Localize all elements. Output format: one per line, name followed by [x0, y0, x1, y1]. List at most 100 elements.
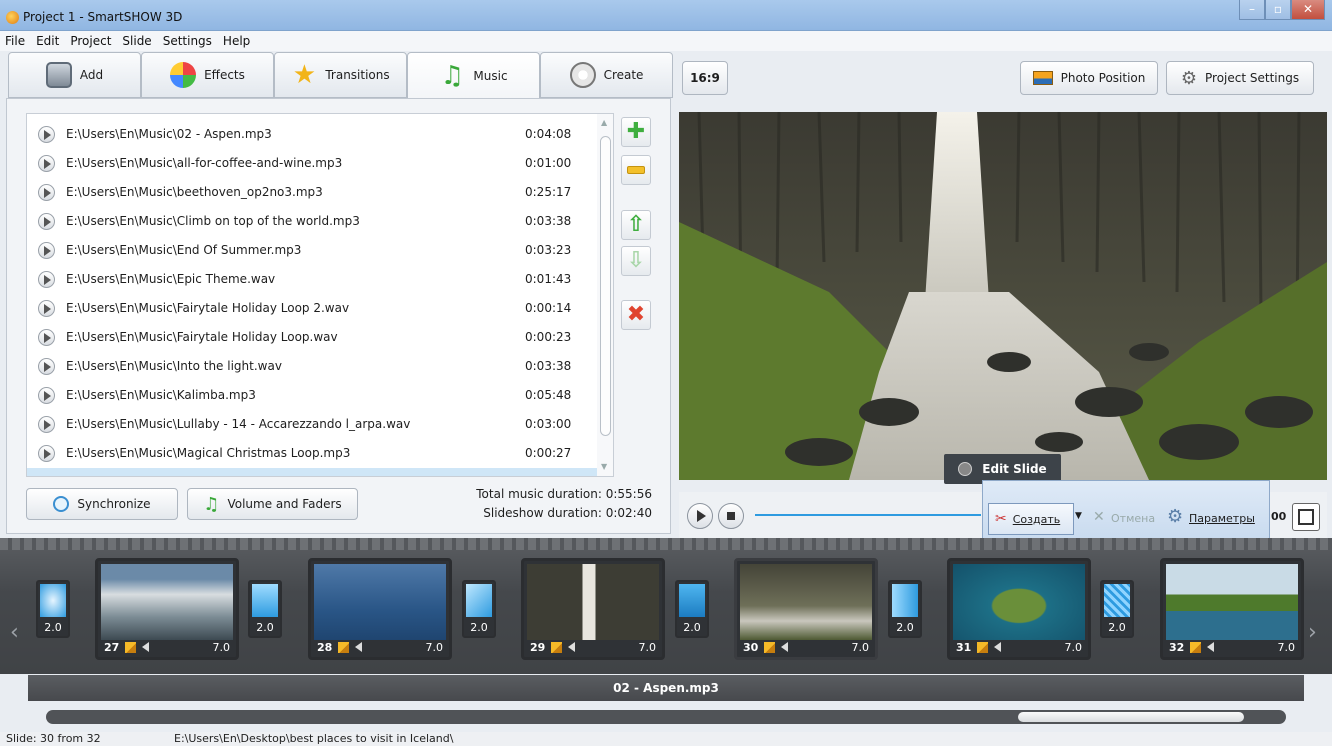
menu-settings[interactable]: Settings: [163, 34, 212, 48]
dropdown-arrow-icon[interactable]: ▼: [1075, 511, 1082, 521]
tab-effects[interactable]: Effects: [141, 52, 274, 98]
pencil-icon[interactable]: [551, 641, 563, 653]
pencil-icon[interactable]: [338, 641, 350, 653]
tab-add-label: Add: [79, 68, 104, 82]
transition-thumb[interactable]: 2.0: [888, 580, 922, 638]
slide-thumb[interactable]: 27 7.0: [95, 558, 239, 660]
minimize-button[interactable]: –: [1239, 0, 1265, 20]
move-up-button[interactable]: ⇧: [621, 210, 651, 240]
status-bar: Slide: 30 from 32 E:\Users\En\Desktop\be…: [0, 732, 1332, 746]
maximize-button[interactable]: ▫: [1265, 0, 1291, 20]
slide-preview[interactable]: [679, 112, 1327, 480]
menu-help[interactable]: Help: [223, 34, 250, 48]
transition-thumb[interactable]: 2.0: [248, 580, 282, 638]
music-note-icon: ♫: [440, 61, 465, 91]
play-icon[interactable]: [38, 387, 55, 404]
play-icon[interactable]: [38, 126, 55, 143]
scroll-down-icon[interactable]: ▼: [601, 462, 607, 471]
speaker-icon[interactable]: [142, 642, 150, 652]
speaker-icon[interactable]: [1207, 642, 1215, 652]
add-track-button[interactable]: ✚: [621, 117, 651, 147]
transition-thumb[interactable]: 2.0: [675, 580, 709, 638]
pencil-icon[interactable]: [764, 641, 776, 653]
params-button[interactable]: Параметры: [1189, 512, 1255, 525]
pencil-icon[interactable]: [125, 641, 137, 653]
plus-icon: ✚: [626, 119, 646, 144]
tab-create[interactable]: Create: [540, 52, 673, 98]
play-icon[interactable]: [38, 155, 55, 172]
stop-button[interactable]: [718, 503, 744, 529]
move-down-button[interactable]: ⇩: [621, 246, 651, 276]
transition-thumb[interactable]: 2.0: [1100, 580, 1134, 638]
fullscreen-button[interactable]: [1292, 503, 1320, 531]
remove-track-button[interactable]: [621, 155, 651, 185]
photo-position-button[interactable]: Photo Position: [1020, 61, 1158, 95]
list-item[interactable]: E:\Users\En\Music\all-for-coffee-and-win…: [27, 149, 597, 178]
list-item[interactable]: E:\Users\En\Music\02 - Aspen.mp3 0:04:08: [27, 120, 597, 149]
slide-thumb-current[interactable]: 30 7.0: [734, 558, 878, 660]
menu-file[interactable]: File: [5, 34, 25, 48]
slide-image: [740, 564, 872, 640]
list-item[interactable]: E:\Users\En\Music\beethoven_op2no3.mp3 0:…: [27, 178, 597, 207]
play-icon[interactable]: [38, 358, 55, 375]
app-icon: [6, 11, 19, 24]
slide-thumb[interactable]: 29 7.0: [521, 558, 665, 660]
play-icon[interactable]: [38, 445, 55, 462]
speaker-icon[interactable]: [355, 642, 363, 652]
slide-thumb[interactable]: 32 7.0: [1160, 558, 1304, 660]
pencil-icon[interactable]: [1190, 641, 1202, 653]
seek-bar[interactable]: [755, 514, 981, 516]
chevron-left-icon[interactable]: ‹: [10, 620, 19, 645]
close-button[interactable]: ✕: [1291, 0, 1325, 20]
list-item[interactable]: E:\Users\En\Music\Fairytale Holiday Loop…: [27, 294, 597, 323]
slide-thumb[interactable]: 28 7.0: [308, 558, 452, 660]
timeline-scroll-thumb[interactable]: [1018, 712, 1244, 722]
play-icon[interactable]: [38, 184, 55, 201]
list-item[interactable]: E:\Users\En\Music\Lullaby - 14 - Accarez…: [27, 410, 597, 439]
create-button[interactable]: ✂ Создать: [988, 503, 1074, 535]
play-icon[interactable]: [38, 242, 55, 259]
edit-slide-label: Edit Slide: [982, 462, 1047, 476]
synchronize-button[interactable]: Synchronize: [26, 488, 178, 520]
volume-faders-button[interactable]: ♫ Volume and Faders: [187, 488, 358, 520]
tab-effects-label: Effects: [204, 68, 245, 82]
menu-slide[interactable]: Slide: [122, 34, 151, 48]
list-item[interactable]: E:\Users\En\Music\Kalimba.mp3 0:05:48: [27, 381, 597, 410]
music-track-label[interactable]: 02 - Aspen.mp3: [28, 675, 1304, 701]
list-item-selected[interactable]: [27, 468, 597, 476]
music-list[interactable]: E:\Users\En\Music\02 - Aspen.mp3 0:04:08 …: [26, 113, 614, 477]
delete-track-button[interactable]: ✖: [621, 300, 651, 330]
play-icon[interactable]: [38, 213, 55, 230]
play-button[interactable]: [687, 503, 713, 529]
speaker-icon[interactable]: [994, 642, 1002, 652]
chevron-right-icon[interactable]: ›: [1308, 620, 1317, 645]
list-item[interactable]: E:\Users\En\Music\Fairytale Holiday Loop…: [27, 323, 597, 352]
project-settings-button[interactable]: ⚙ Project Settings: [1166, 61, 1314, 95]
aspect-ratio-button[interactable]: 16:9: [682, 61, 728, 95]
tab-music[interactable]: ♫ Music: [407, 52, 540, 100]
tab-add[interactable]: Add: [8, 52, 141, 98]
menu-project[interactable]: Project: [70, 34, 111, 48]
menu-edit[interactable]: Edit: [36, 34, 59, 48]
list-item[interactable]: E:\Users\En\Music\Epic Theme.wav 0:01:43: [27, 265, 597, 294]
play-icon[interactable]: [38, 300, 55, 317]
play-icon[interactable]: [38, 271, 55, 288]
list-item[interactable]: E:\Users\En\Music\End Of Summer.mp3 0:03:…: [27, 236, 597, 265]
list-item[interactable]: E:\Users\En\Music\Climb on top of the wo…: [27, 207, 597, 236]
pencil-icon[interactable]: [977, 641, 989, 653]
list-scrollbar[interactable]: ▲ ▼: [597, 114, 613, 476]
cancel-button[interactable]: Отмена: [1111, 512, 1155, 525]
play-icon[interactable]: [38, 329, 55, 346]
transition-thumb[interactable]: 2.0: [462, 580, 496, 638]
transition-thumb[interactable]: 2.0: [36, 580, 70, 638]
speaker-icon[interactable]: [781, 642, 789, 652]
play-icon[interactable]: [38, 416, 55, 433]
scroll-up-icon[interactable]: ▲: [601, 118, 607, 127]
list-item[interactable]: E:\Users\En\Music\Magical Christmas Loop…: [27, 439, 597, 468]
timeline-scrollbar[interactable]: [46, 710, 1286, 724]
scroll-thumb[interactable]: [600, 136, 611, 436]
speaker-icon[interactable]: [568, 642, 576, 652]
tab-transitions[interactable]: ★ Transitions: [274, 52, 407, 98]
slide-thumb[interactable]: 31 7.0: [947, 558, 1091, 660]
list-item[interactable]: E:\Users\En\Music\Into the light.wav 0:03…: [27, 352, 597, 381]
